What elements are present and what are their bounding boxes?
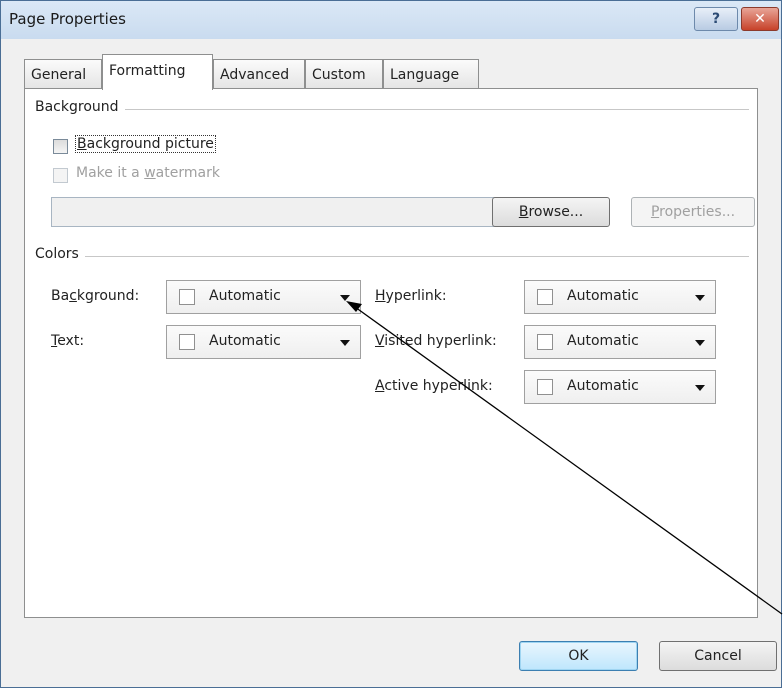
text-color-dropdown[interactable]: Automatic — [166, 325, 361, 359]
hyperlink-color-dropdown[interactable]: Automatic — [524, 280, 716, 314]
tab-advanced[interactable]: Advanced — [213, 59, 305, 89]
properties-button[interactable]: Properties... — [631, 197, 755, 227]
close-icon: ✕ — [754, 11, 766, 27]
background-picture-label[interactable]: Background picture — [75, 135, 216, 153]
dialog-title: Page Properties — [9, 10, 126, 28]
ok-button-label: OK — [568, 648, 589, 664]
color-swatch — [537, 379, 553, 395]
help-icon: ? — [711, 11, 721, 27]
tab-formatting[interactable]: Formatting — [102, 54, 213, 90]
tab-language[interactable]: Language — [383, 59, 479, 89]
visited-hyperlink-color-dropdown[interactable]: Automatic — [524, 325, 716, 359]
hyperlink-color-value: Automatic — [567, 288, 639, 304]
colors-group-label: Colors — [35, 246, 85, 262]
background-group-label: Background — [35, 99, 125, 115]
background-color-label: Background: — [51, 288, 140, 304]
watermark-label: Make it a watermark — [76, 165, 220, 181]
color-swatch — [179, 334, 195, 350]
tab-custom[interactable]: Custom — [305, 59, 383, 89]
help-button[interactable]: ? — [694, 7, 738, 31]
text-color-label: Text: — [51, 333, 85, 349]
page-properties-dialog: Page Properties ? ✕ General Formatting A… — [0, 0, 782, 688]
background-picture-checkbox[interactable] — [53, 139, 68, 154]
tab-general[interactable]: General — [24, 59, 102, 89]
colors-group-divider — [35, 256, 749, 257]
formatting-panel: Background Background picture Make it a … — [24, 88, 758, 618]
background-color-value: Automatic — [209, 288, 281, 304]
title-bar: Page Properties ? ✕ — [1, 1, 781, 39]
watermark-checkbox[interactable] — [53, 168, 68, 183]
browse-button[interactable]: Browse... — [492, 197, 610, 227]
visited-hyperlink-color-label: Visited hyperlink: — [375, 333, 497, 349]
chevron-down-icon[interactable] — [695, 295, 705, 301]
background-picture-path-field[interactable] — [51, 197, 500, 227]
visited-hyperlink-color-value: Automatic — [567, 333, 639, 349]
color-swatch — [179, 289, 195, 305]
color-swatch — [537, 289, 553, 305]
background-color-dropdown[interactable]: Automatic — [166, 280, 361, 314]
ok-button[interactable]: OK — [519, 641, 638, 671]
text-color-value: Automatic — [209, 333, 281, 349]
hyperlink-color-label: Hyperlink: — [375, 288, 447, 304]
close-button[interactable]: ✕ — [741, 7, 779, 31]
chevron-down-icon[interactable] — [340, 295, 350, 301]
chevron-down-icon[interactable] — [695, 385, 705, 391]
cancel-button-label: Cancel — [694, 648, 742, 664]
cancel-button[interactable]: Cancel — [659, 641, 777, 671]
background-group-divider — [35, 109, 749, 110]
active-hyperlink-color-dropdown[interactable]: Automatic — [524, 370, 716, 404]
browse-button-label: Browse... — [518, 204, 584, 220]
chevron-down-icon[interactable] — [695, 340, 705, 346]
properties-button-label: Properties... — [650, 204, 736, 220]
active-hyperlink-color-value: Automatic — [567, 378, 639, 394]
color-swatch — [537, 334, 553, 350]
chevron-down-icon[interactable] — [340, 340, 350, 346]
dialog-client-area: General Formatting Advanced Custom Langu… — [1, 39, 781, 687]
active-hyperlink-color-label: Active hyperlink: — [375, 378, 493, 394]
